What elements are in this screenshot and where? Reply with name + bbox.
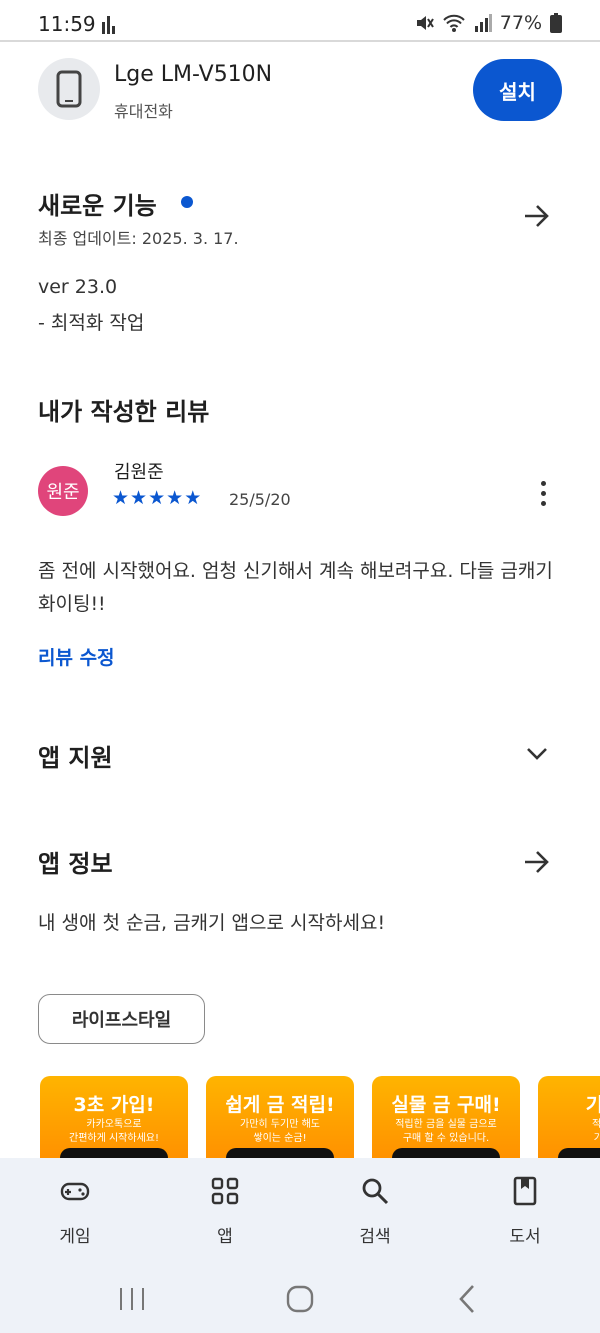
app-info-title: 앱 정보 [38, 850, 113, 878]
recent-apps-icon[interactable] [112, 1279, 152, 1319]
rating-stars: ★ ★ ★ ★ ★ [112, 486, 201, 510]
star-icon: ★ [148, 487, 166, 509]
gamepad-icon [60, 1182, 90, 1201]
whats-new-arrow-button[interactable] [517, 196, 557, 236]
bottom-navigation: 게임 앱 검색 도서 [0, 1158, 600, 1263]
app-support-expand-button[interactable] [517, 734, 557, 774]
review-date: 25/5/20 [229, 490, 291, 509]
whats-new-title: 새로운 기능 [38, 192, 157, 220]
avatar: 원준 [38, 466, 88, 516]
status-time: 11:59 [38, 12, 96, 36]
signal-activity-icon [102, 16, 115, 34]
nav-item-apps[interactable]: 앱 [170, 1158, 280, 1263]
search-icon [362, 1178, 389, 1205]
back-icon[interactable] [448, 1279, 488, 1319]
screenshot-title: 3초 가입! [73, 1094, 155, 1116]
whats-new-note: - 최적화 작업 [38, 312, 145, 334]
battery-percent: 77% [499, 12, 542, 34]
phone-icon [56, 70, 82, 108]
reviewer-name: 김원준 [114, 462, 164, 483]
app-details-page: 11:59 77% Lge LM-V510N 휴대전화 설치 새로운 기능 최종… [0, 0, 600, 1333]
more-options-button[interactable] [528, 476, 558, 510]
book-icon [513, 1176, 537, 1206]
arrow-right-icon [525, 851, 549, 873]
screenshot-title: 기프티 [585, 1094, 600, 1116]
arrow-right-icon [525, 205, 549, 227]
screenshot-subtitle-line: 쌓이는 순금! [253, 1133, 307, 1144]
whats-new-updated: 최종 업데이트: 2025. 3. 17. [38, 229, 239, 248]
nav-item-books[interactable]: 도서 [470, 1158, 580, 1263]
screenshot-subtitle-line: 카카오톡으로 [86, 1119, 142, 1130]
review-text: 좀 전에 시작했어요. 엄청 신기해서 계속 해보려구요. 다들 금캐기 화이팅… [38, 560, 553, 615]
star-icon: ★ [166, 487, 184, 509]
apps-grid-icon [211, 1177, 239, 1205]
system-navigation-bar [0, 1263, 600, 1333]
battery-icon [550, 13, 562, 33]
header-divider [0, 40, 600, 42]
app-info-arrow-button[interactable] [517, 842, 557, 882]
screenshot-subtitle-line: 기프티콘 [593, 1133, 600, 1144]
status-icons: 77% [414, 12, 562, 34]
nav-label: 검색 [359, 1227, 391, 1247]
nav-label: 도서 [509, 1227, 541, 1247]
app-support-title: 앱 지원 [38, 744, 113, 772]
screenshot-subtitle: 가만히 두기만 해도 쌓이는 순금! [206, 1118, 354, 1146]
home-icon[interactable] [280, 1279, 320, 1319]
screenshot-subtitle-line: 적립한 금 [592, 1119, 600, 1130]
chevron-down-icon [527, 748, 547, 760]
screenshot-subtitle: 적립한 금을 실물 금으로 구매 할 수 있습니다. [372, 1118, 520, 1146]
wifi-icon [443, 14, 465, 32]
nav-item-search[interactable]: 검색 [320, 1158, 430, 1263]
nav-label: 게임 [59, 1227, 91, 1247]
more-vert-icon [540, 480, 546, 486]
device-row: Lge LM-V510N 휴대전화 설치 [38, 58, 562, 122]
edit-review-link[interactable]: 리뷰 수정 [38, 643, 115, 670]
category-chip[interactable]: 라이프스타일 [38, 994, 205, 1044]
screenshot-subtitle-line: 가만히 두기만 해도 [240, 1119, 320, 1130]
screenshot-subtitle: 적립한 금 기프티콘 [538, 1118, 600, 1146]
new-indicator-dot [181, 196, 193, 208]
screenshot-title: 실물 금 구매! [391, 1094, 501, 1116]
my-review-title: 내가 작성한 리뷰 [38, 398, 210, 426]
screenshot-title: 쉽게 금 적립! [225, 1094, 335, 1116]
mute-icon [416, 16, 434, 30]
install-button[interactable]: 설치 [473, 59, 562, 121]
screenshot-subtitle-line: 적립한 금을 실물 금으로 [395, 1119, 497, 1130]
whats-new-version: ver 23.0 [38, 276, 118, 298]
star-icon: ★ [184, 487, 202, 509]
screenshot-subtitle: 카카오톡으로 간편하게 시작하세요! [40, 1118, 188, 1146]
star-icon: ★ [130, 487, 148, 509]
device-name: Lge LM-V510N [114, 62, 273, 87]
device-avatar [38, 58, 100, 120]
app-info-description: 내 생애 첫 순금, 금캐기 앱으로 시작하세요! [38, 912, 386, 934]
nav-label: 앱 [217, 1227, 233, 1247]
device-type: 휴대전화 [114, 102, 173, 121]
nav-item-games[interactable]: 게임 [20, 1158, 130, 1263]
screenshot-subtitle-line: 간편하게 시작하세요! [69, 1133, 159, 1144]
cell-signal-icon [474, 14, 492, 32]
star-icon: ★ [112, 487, 130, 509]
screenshot-subtitle-line: 구매 할 수 있습니다. [402, 1133, 490, 1144]
